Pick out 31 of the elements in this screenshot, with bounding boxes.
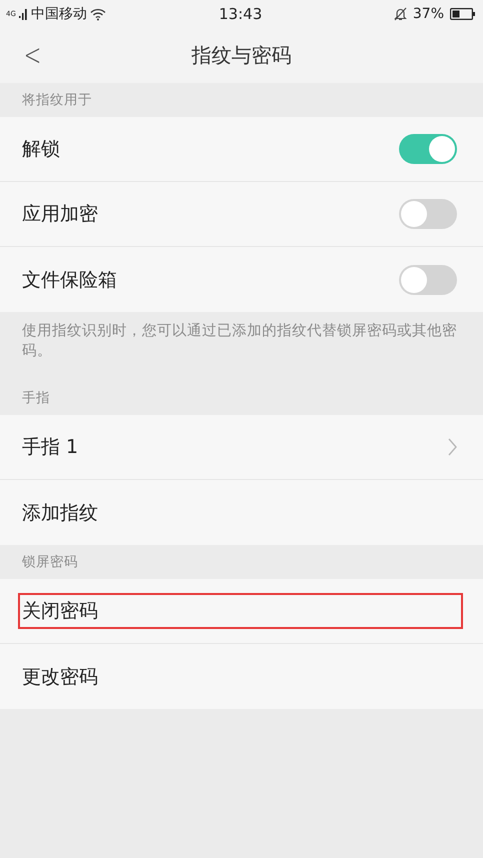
section-note: 使用指纹识别时，您可以通过已添加的指纹代替锁屏密码或其他密码。 [21,322,458,361]
row-label: 更改密码 [22,664,99,690]
battery-percent: 37% [412,6,444,22]
clock: 13:43 [218,5,262,23]
back-button[interactable]: < [20,38,44,73]
settings-row[interactable]: 文件保险箱 [0,247,483,312]
battery-icon [450,8,476,20]
row-label: 关闭密码 [22,599,99,624]
section-header: 将指纹用于 [21,91,93,110]
wifi-icon [90,8,106,20]
page-title: 指纹与密码 [192,42,292,69]
row-label: 应用加密 [22,202,99,227]
row-label: 手指 1 [22,435,80,460]
signal-icon [18,8,28,20]
row-label: 添加指纹 [22,500,99,526]
settings-row[interactable]: 关闭密码 [0,579,483,644]
toggle-switch[interactable] [399,199,457,229]
chevron-icon [448,438,457,456]
settings-row[interactable]: 添加指纹 [0,480,483,545]
section-header: 锁屏密码 [21,553,79,572]
toggle-switch[interactable] [399,134,457,164]
muted-bell-icon [394,7,407,21]
settings-row[interactable]: 应用加密 [0,182,483,247]
row-label: 解锁 [22,137,61,162]
carrier-name: 中国移动 [30,5,87,23]
settings-row[interactable]: 更改密码 [0,644,483,709]
row-label: 文件保险箱 [22,268,118,292]
toggle-switch[interactable] [399,264,457,294]
section-header: 手指 [21,389,51,408]
settings-row[interactable]: 手指 1 [0,415,483,480]
settings-row[interactable]: 解锁 [0,117,483,182]
